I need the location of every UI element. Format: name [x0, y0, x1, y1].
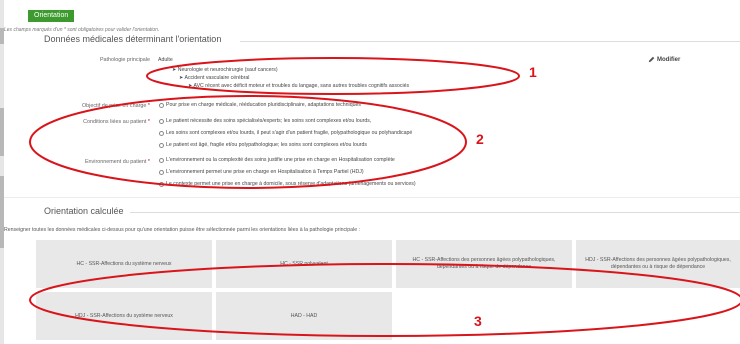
section-divider [130, 212, 740, 213]
orientation-option[interactable]: HAD - HAD [216, 292, 392, 340]
radio-icon [159, 118, 164, 124]
radio-icon [159, 169, 164, 175]
objective-label: Objectif de prise en charge * [81, 103, 150, 109]
pathology-tree-level-1: ➤ Neurologie et neurochirurgie (sauf can… [172, 67, 278, 73]
pathology-tree-level-3: ➤ AVC récent avec déficit moteur et trou… [188, 83, 410, 89]
section-divider [240, 41, 740, 42]
conditions-option[interactable]: Les soins sont complexes et/ou lourds, i… [159, 130, 412, 136]
environment-option[interactable]: L'environnement ou la complexité des soi… [159, 157, 395, 163]
conditions-label: Conditions liées au patient * [83, 119, 150, 125]
section-title-medical: Données médicales déterminant l'orientat… [44, 34, 222, 44]
orientation-instruction: Renseigner toutes les données médicales … [4, 227, 360, 233]
strip-marker [0, 176, 4, 248]
environment-option[interactable]: L'environnement permet une prise en char… [159, 169, 364, 175]
environment-option[interactable]: Le contexte permet une prise en charge à… [159, 181, 416, 187]
orientation-option[interactable]: HC - SSR polyvalent [216, 240, 392, 288]
pathology-tree-level-2: ➤ Accident vasculaire cérébral [179, 75, 250, 81]
orientation-option[interactable]: HC - SSR-Affections du système nerveux [36, 240, 212, 288]
conditions-option[interactable]: Le patient nécessite des soins spécialis… [159, 118, 371, 124]
radio-icon [159, 130, 164, 136]
modifier-label: Modifier [657, 56, 681, 63]
section-title-orientation: Orientation calculée [44, 206, 124, 216]
pencil-icon [648, 56, 655, 63]
radio-icon [159, 102, 164, 108]
left-scroll-strip [0, 0, 4, 344]
orientation-option[interactable]: HDJ - SSR-Affections des personnes âgées… [576, 240, 740, 288]
tab-orientation[interactable]: Orientation [28, 10, 75, 22]
section-divider [4, 197, 740, 198]
modifier-button[interactable]: Modifier [648, 56, 680, 63]
pathology-label: Pathologie principale [99, 57, 150, 63]
annotation-number-1: 1 [529, 64, 537, 80]
radio-icon [159, 181, 164, 187]
orientation-option[interactable]: HDJ - SSR-Affections du système nerveux [36, 292, 212, 340]
strip-marker [0, 108, 4, 156]
orientation-option[interactable]: HC - SSR-Affections des personnes âgées … [396, 240, 572, 288]
pathology-prefix: Adulte [158, 57, 173, 63]
radio-icon [159, 142, 164, 148]
annotation-number-2: 2 [476, 131, 484, 147]
objective-option[interactable]: Pour prise en charge médicale, rééducati… [159, 102, 361, 108]
required-fields-note: Les champs marqués d'un * sont obligatoi… [4, 27, 160, 33]
radio-icon [159, 157, 164, 163]
environment-label: Environnement du patient * [84, 159, 150, 165]
annotation-number-3: 3 [474, 313, 482, 329]
conditions-option[interactable]: Le patient est âgé, fragile et/ou polypa… [159, 142, 367, 148]
